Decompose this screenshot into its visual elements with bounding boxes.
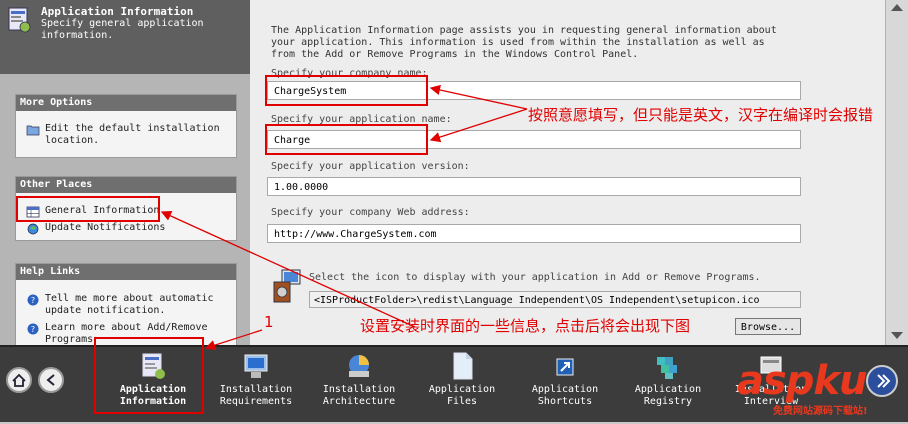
- forward-arrow-icon: [877, 374, 891, 388]
- vertical-scrollbar[interactable]: [885, 0, 908, 345]
- shortcut-icon: [556, 358, 574, 376]
- requirements-icon: [244, 354, 268, 378]
- web-address-label: Specify your company Web address:: [271, 207, 470, 218]
- next-button[interactable]: [866, 365, 898, 397]
- help-links-box: Help Links ? Tell me more about automati…: [15, 263, 237, 346]
- home-icon: [12, 373, 26, 387]
- other-places-header: Other Places: [16, 177, 236, 193]
- step-application-shortcuts[interactable]: Application Shortcuts: [515, 347, 615, 424]
- annotation-note-setup-info: 设置安装时界面的一些信息，点击后将会出现下图: [360, 317, 691, 335]
- help-update-notification-link[interactable]: ? Tell me more about automatic update no…: [16, 293, 236, 317]
- step-label: Installation Requirements: [219, 384, 293, 407]
- setup-icon: [273, 269, 301, 303]
- svg-text:?: ?: [31, 296, 35, 305]
- globe-icon: [27, 223, 39, 235]
- registry-icon: [657, 357, 677, 379]
- banner-subtitle: Specify general application information.: [41, 18, 204, 41]
- step-application-registry[interactable]: Application Registry: [618, 347, 718, 424]
- more-options-box: More Options Edit the default installati…: [15, 94, 237, 158]
- help-icon: ?: [27, 294, 39, 306]
- step-application-files[interactable]: Application Files: [412, 347, 512, 424]
- edit-install-location-label: Edit the default installation location.: [45, 123, 220, 146]
- browse-button[interactable]: Browse...: [735, 318, 801, 335]
- help-icon: ?: [27, 323, 39, 335]
- page-banner: Application Information Specify general …: [0, 0, 250, 74]
- watermark-logo: aspku: [737, 358, 868, 404]
- scroll-down-icon[interactable]: [891, 332, 903, 339]
- annotation-note-english-only: 按照意愿填写，但只能是英文，汉字在编译时会报错: [528, 106, 874, 124]
- annotation-box-step: [94, 337, 204, 414]
- web-address-input[interactable]: http://www.ChargeSystem.com: [267, 224, 801, 243]
- annotation-box-general-info: [16, 196, 160, 222]
- icon-select-label: Select the icon to display with your app…: [309, 272, 761, 283]
- help-update-notification-label: Tell me more about automatic update noti…: [45, 293, 214, 316]
- architecture-icon: [349, 355, 369, 377]
- app-info-icon: [8, 7, 31, 33]
- icon-path-input[interactable]: <ISProductFolder>\redist\Language Indepe…: [309, 291, 801, 308]
- more-options-header: More Options: [16, 95, 236, 111]
- step-installation-requirements[interactable]: Installation Requirements: [206, 347, 306, 424]
- edit-install-location-link[interactable]: Edit the default installation location.: [16, 123, 236, 147]
- update-notifications-link[interactable]: Update Notifications: [16, 222, 236, 235]
- scroll-up-icon[interactable]: [891, 4, 903, 11]
- watermark-subtitle: 免费网站源码下载站!: [773, 406, 868, 417]
- step-label: Application Files: [428, 384, 496, 407]
- step-label: Installation Architecture: [322, 384, 396, 407]
- home-button[interactable]: [6, 367, 32, 393]
- annotation-box-appname: [265, 124, 428, 155]
- annotation-box-company: [265, 75, 428, 106]
- update-notifications-label: Update Notifications: [45, 222, 166, 233]
- banner-title: Application Information: [41, 5, 194, 18]
- app-version-input[interactable]: 1.00.0000: [267, 177, 801, 196]
- back-arrow-icon: [46, 374, 55, 386]
- step-label: Application Registry: [634, 384, 702, 407]
- step-installation-architecture[interactable]: Installation Architecture: [309, 347, 409, 424]
- folder-icon: [26, 125, 40, 136]
- step-label: Application Shortcuts: [531, 384, 599, 407]
- app-version-label: Specify your application version:: [271, 161, 470, 172]
- back-button[interactable]: [38, 367, 64, 393]
- annotation-marker: 1: [264, 313, 274, 331]
- help-links-header: Help Links: [16, 264, 236, 280]
- left-panel: Application Information Specify general …: [0, 0, 250, 346]
- files-icon: [453, 352, 473, 380]
- page-description: The Application Information page assists…: [271, 25, 777, 60]
- svg-text:?: ?: [31, 325, 35, 334]
